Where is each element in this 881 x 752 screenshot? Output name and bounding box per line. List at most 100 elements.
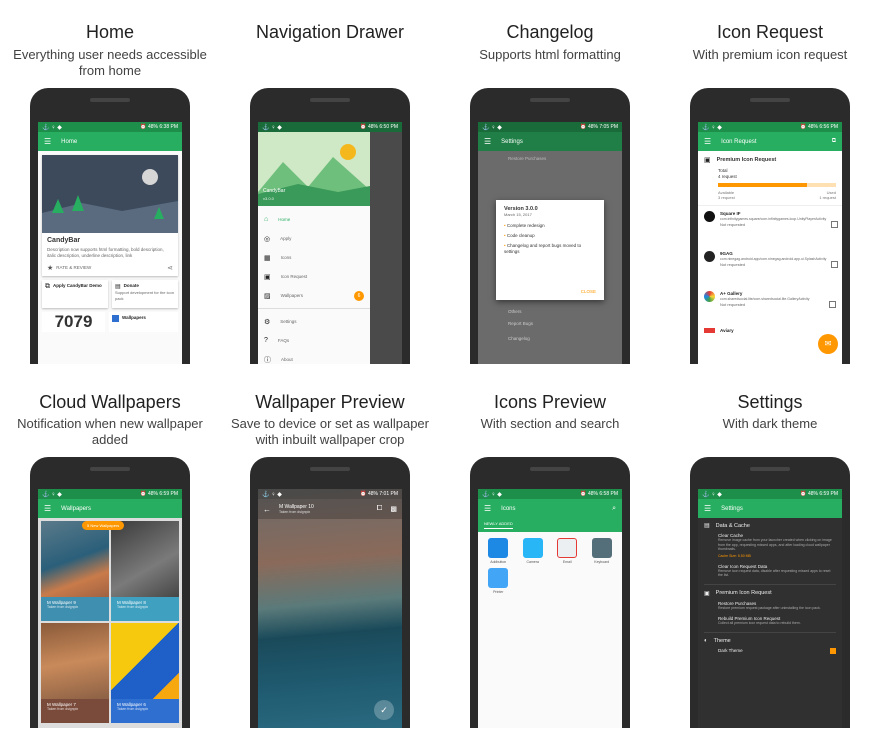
star-icon: ★ [47, 265, 54, 272]
section-title: Theme [713, 637, 731, 644]
bg-report-bugs: Report Bugs [508, 321, 534, 326]
crop-icon[interactable]: ⧠ [377, 505, 383, 513]
icon-item[interactable]: Keyboard [586, 538, 619, 564]
home-icon: ⌂ [264, 216, 269, 223]
aviary-app-icon [704, 328, 715, 333]
phone-frame: ⚓ ♀ ◆ ⏰ 48% 7:01 PM ← M Wallpaper 10 Taken… [250, 457, 410, 728]
phone-speaker [310, 467, 350, 471]
menu-icon[interactable]: ☰ [484, 137, 491, 146]
drawer-item-settings[interactable]: ⚙ Settings [258, 312, 370, 331]
phone-screen: ⚓ ♀ ◆ ⏰ 48% 6:59 PM ☰ Settings ▤ Data & Cac… [698, 489, 842, 728]
home-card: CandyBar Description now supports html f… [42, 155, 178, 276]
icon-item[interactable]: Camera [517, 538, 550, 564]
tab-newly-added[interactable]: NEWLY ADDED [484, 521, 513, 529]
addbutton-app-icon [488, 538, 509, 558]
rate-review-button[interactable]: RATE & REVIEW [56, 265, 91, 271]
wallpapers-icon [112, 315, 119, 322]
request-checkbox[interactable] [831, 261, 839, 268]
back-arrow-icon[interactable]: ← [263, 505, 271, 514]
request-checkbox[interactable] [831, 221, 839, 228]
phone-speaker [90, 98, 130, 102]
request-app-row[interactable]: 9GAG com.ninegag.android.app/com.ninegag.… [698, 246, 842, 286]
save-icon[interactable]: ▩ [390, 505, 397, 513]
screen-title: Wallpaper Preview [255, 392, 405, 412]
menu-icon[interactable]: ☰ [704, 504, 711, 513]
menu-icon[interactable]: ☰ [704, 137, 711, 146]
drawer-item-wallpapers[interactable]: ▨ Wallpapers 6 [258, 286, 370, 305]
mountain-illustration [258, 144, 370, 206]
request-icon: ▣ [264, 273, 271, 281]
keyboard-app-icon [591, 538, 612, 558]
status-bar: ⚓ ♀ ◆ ⏰ 48% 6:59 PM [38, 489, 182, 499]
status-bar: ⚓ ♀ ◆ ⏰ 48% 6:50 PM [258, 122, 402, 132]
screen-title: Cloud Wallpapers [39, 392, 181, 412]
menu-icon[interactable]: ☰ [44, 504, 51, 513]
wallpaper-tile[interactable]: M Wallpaper 8 Taken from dsignpix [111, 521, 179, 621]
phone-screen: ⚓ ♀ ◆ ⏰ 48% 7:05 PM ☰ Settings Restore Pur… [478, 122, 622, 364]
wallpaper-tile[interactable]: M Wallpaper 6 Taken from dsignpix [111, 623, 179, 723]
request-app-row[interactable]: A+ Gallery com.sharedsocial.lite/com.shar… [698, 286, 842, 326]
close-button[interactable]: CLOSE [581, 289, 596, 294]
phone-speaker [750, 467, 790, 471]
premium-icon: ▣ [704, 590, 710, 597]
screen-subtitle: Notification when new wallpaper added [17, 416, 203, 447]
wallpaper-tile[interactable]: M Wallpaper 7 Taken from dsignpix [41, 623, 109, 723]
setting-item[interactable]: Clear Icon Request Data Remove icon requ… [704, 564, 836, 578]
changelog-date: March 15, 2017 [504, 212, 532, 217]
phone-speaker [530, 467, 570, 471]
drawer-version: v3.0.0 [263, 196, 274, 201]
drawer-item-icons[interactable]: ▦ Icons [258, 248, 370, 267]
screen-cloud-wallpapers: Cloud Wallpapers Notification when new w… [0, 376, 220, 752]
setting-item[interactable]: Rebuild Premium Icon Request Collect all… [704, 616, 836, 626]
dark-theme-checkbox[interactable] [830, 647, 836, 654]
app-bar: ☰ Settings [698, 499, 842, 518]
drawer-item-apply[interactable]: ◎ Apply [258, 229, 370, 248]
request-progress-bar [718, 183, 836, 187]
screen-title: Icons Preview [493, 392, 607, 412]
wallpapers-card[interactable]: Wallpapers [109, 312, 178, 332]
drawer-item-faqs[interactable]: ? FAQs [258, 331, 370, 350]
drawer-item-icon-request[interactable]: ▣ Icon Request [258, 267, 370, 286]
request-app-row[interactable]: Aviary [698, 326, 842, 336]
a-gallery-app-icon [704, 291, 715, 302]
drawer-item-about[interactable]: ⓘ About [258, 350, 370, 364]
icon-item[interactable]: Addbutton [482, 538, 515, 564]
wallpaper-tile[interactable]: M Wallpaper 9 Taken from dsignpix [41, 521, 109, 621]
setting-item[interactable]: Clear Cache Remove image cache from your… [704, 533, 836, 558]
apply-wallpaper-fab[interactable]: ✓ [374, 700, 394, 720]
request-checkbox[interactable] [829, 301, 836, 308]
header-image [42, 155, 178, 233]
share-icon[interactable]: ⋖ [167, 264, 173, 272]
screen-title: Icon Request [716, 22, 824, 42]
icon-item[interactable]: Email [551, 538, 584, 564]
screen-title: Changelog [506, 22, 594, 42]
submit-icon[interactable]: ⧉ [832, 138, 836, 145]
wallpaper-grid: M Wallpaper 9 Taken from dsignpix M Wallp… [38, 518, 182, 726]
setting-item[interactable]: Dark Theme [704, 647, 836, 654]
drawer-item-home[interactable]: ⌂ Home [258, 210, 370, 229]
request-app-row[interactable]: Square IF com.infinitygames.square/com.in… [698, 206, 842, 246]
theme-icon: ◐ [704, 637, 708, 644]
status-bar: ⚓ ♀ ◆ ⏰ 48% 6:58 PM [478, 489, 622, 499]
phone-frame: ⚓ ♀ ◆ ⏰ 48% 6:58 PM ☰ Icons ⌕ NEWLY ADDED A… [470, 457, 630, 728]
donate-card[interactable]: ▤ Donate Support development for the icon… [112, 280, 178, 308]
menu-icon[interactable]: ☰ [44, 137, 51, 146]
phone-frame: ⚓ ♀ ◆ ⏰ 48% 6:59 PM ☰ Settings ▤ Data & Cac… [690, 457, 850, 728]
apply-card[interactable]: ⧉ Apply CandyBar Demo [42, 280, 108, 308]
send-request-fab[interactable]: ✉ [818, 334, 838, 354]
email-app-icon [557, 538, 578, 558]
section-title: Premium Icon Request [715, 590, 772, 596]
setting-item[interactable]: Restore Purchases Restore premium reques… [704, 601, 836, 611]
phone-screen: ⚓ ♀ ◆ ⏰ 48% 6:56 PM ☰ Icon Request ⧉ ▣ Premi… [698, 122, 842, 364]
preview-toolbar: ← M Wallpaper 10 Taken from dsignpix ⧠ ▩ [258, 499, 402, 519]
screen-changelog: Changelog Supports html formatting ⚓ ♀ ◆… [440, 0, 660, 376]
icon-item[interactable]: Printer [482, 568, 515, 594]
9gag-app-icon [704, 251, 715, 262]
search-icon[interactable]: ⌕ [612, 505, 616, 513]
wallpaper-count-badge: 6 [354, 290, 364, 301]
menu-icon[interactable]: ☰ [484, 504, 491, 513]
phone-screen: ⚓ ♀ ◆ ⏰ 48% 6:50 PM CandyBar v3.0.0 ⌂ Home… [258, 122, 402, 364]
help-icon: ? [264, 337, 268, 344]
navigation-drawer: CandyBar v3.0.0 ⌂ Home ◎ Apply ▦ Icons ▣ Ico… [258, 132, 370, 364]
donate-icon: ▤ [115, 284, 121, 290]
